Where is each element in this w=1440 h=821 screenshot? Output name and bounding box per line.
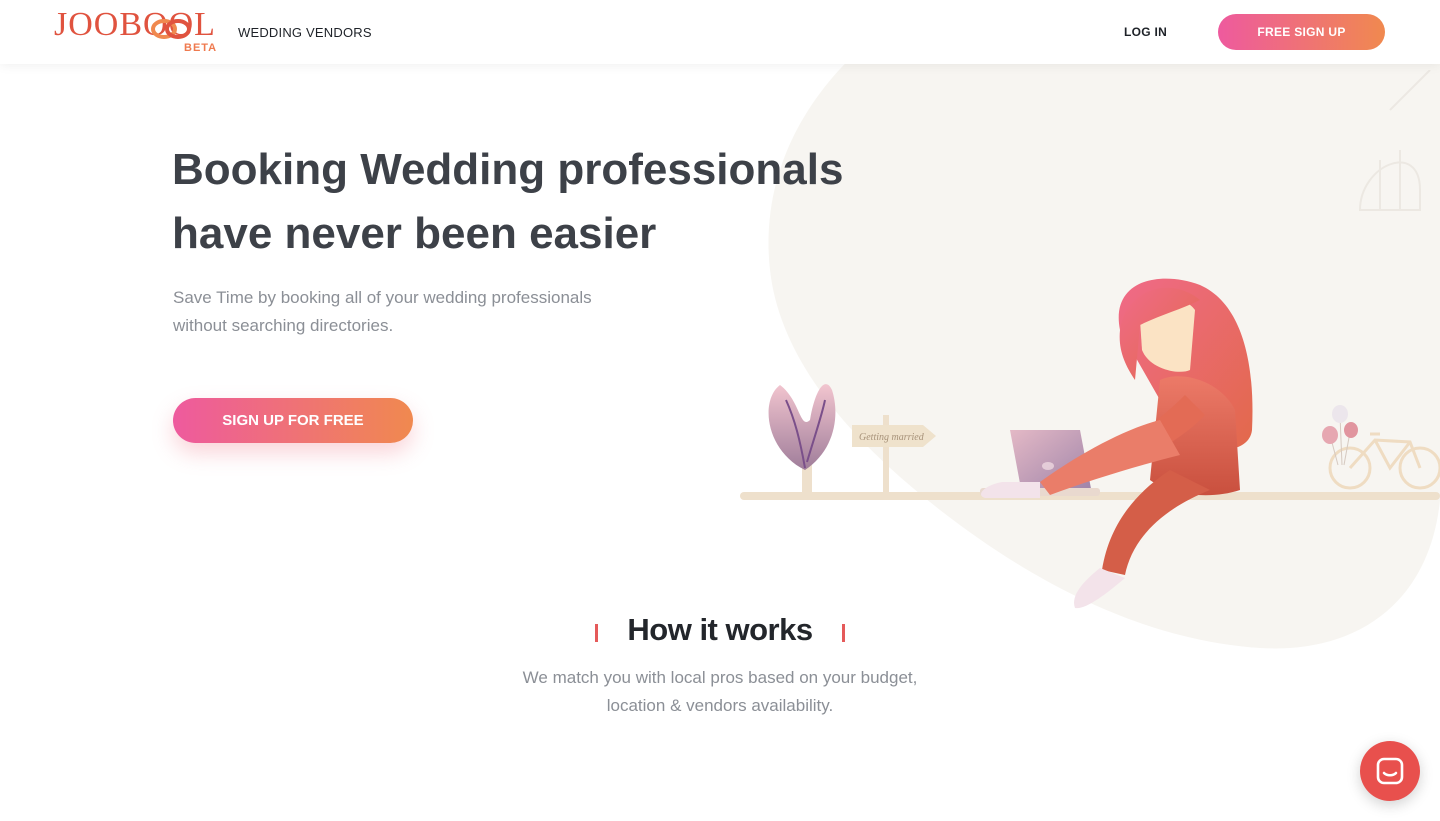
joobool-logo[interactable]: JOOBOOL BETA [54, 4, 218, 54]
birdcage-decoration [1358, 70, 1431, 211]
signpost-text: Getting married [859, 432, 925, 443]
how-subtitle-line-2: location & vendors availability. [606, 696, 834, 715]
free-signup-button[interactable]: FREE SIGN UP [1218, 14, 1385, 50]
chat-bubble-icon [1376, 757, 1404, 785]
bicycle-decoration [1328, 432, 1440, 490]
login-link[interactable]: LOG IN [1124, 25, 1167, 39]
how-it-works-title: How it works [627, 612, 813, 647]
how-subtitle-line-1: We match you with local pros based on yo… [522, 668, 918, 687]
top-nav-bar: JOOBOOL BETA WEDDING VENDORS LOG IN FREE… [0, 0, 1440, 64]
beta-badge: BETA [184, 42, 218, 54]
wedding-rings-icon [151, 19, 191, 39]
chat-launcher-button[interactable] [1360, 741, 1420, 801]
getting-married-signpost: Getting married [852, 415, 936, 495]
hero-subtitle-line-2: without searching directories. [173, 316, 394, 335]
how-title-right-bar [842, 624, 845, 642]
hero-title: Booking Wedding professionals have never… [172, 138, 852, 266]
hero-title-line-1: Booking Wedding professionals [172, 145, 844, 194]
hero-title-line-2: have never been easier [172, 209, 657, 258]
signup-for-free-button[interactable]: SIGN UP FOR FREE [173, 398, 413, 443]
hero-subtitle: Save Time by booking all of your wedding… [173, 284, 653, 340]
hero-subtitle-line-1: Save Time by booking all of your wedding… [173, 288, 592, 307]
how-it-works-subtitle: We match you with local pros based on yo… [470, 664, 970, 720]
balloons-decoration [1322, 405, 1358, 466]
nav-wedding-vendors-link[interactable]: WEDDING VENDORS [238, 25, 372, 40]
plant-decoration [768, 384, 836, 493]
